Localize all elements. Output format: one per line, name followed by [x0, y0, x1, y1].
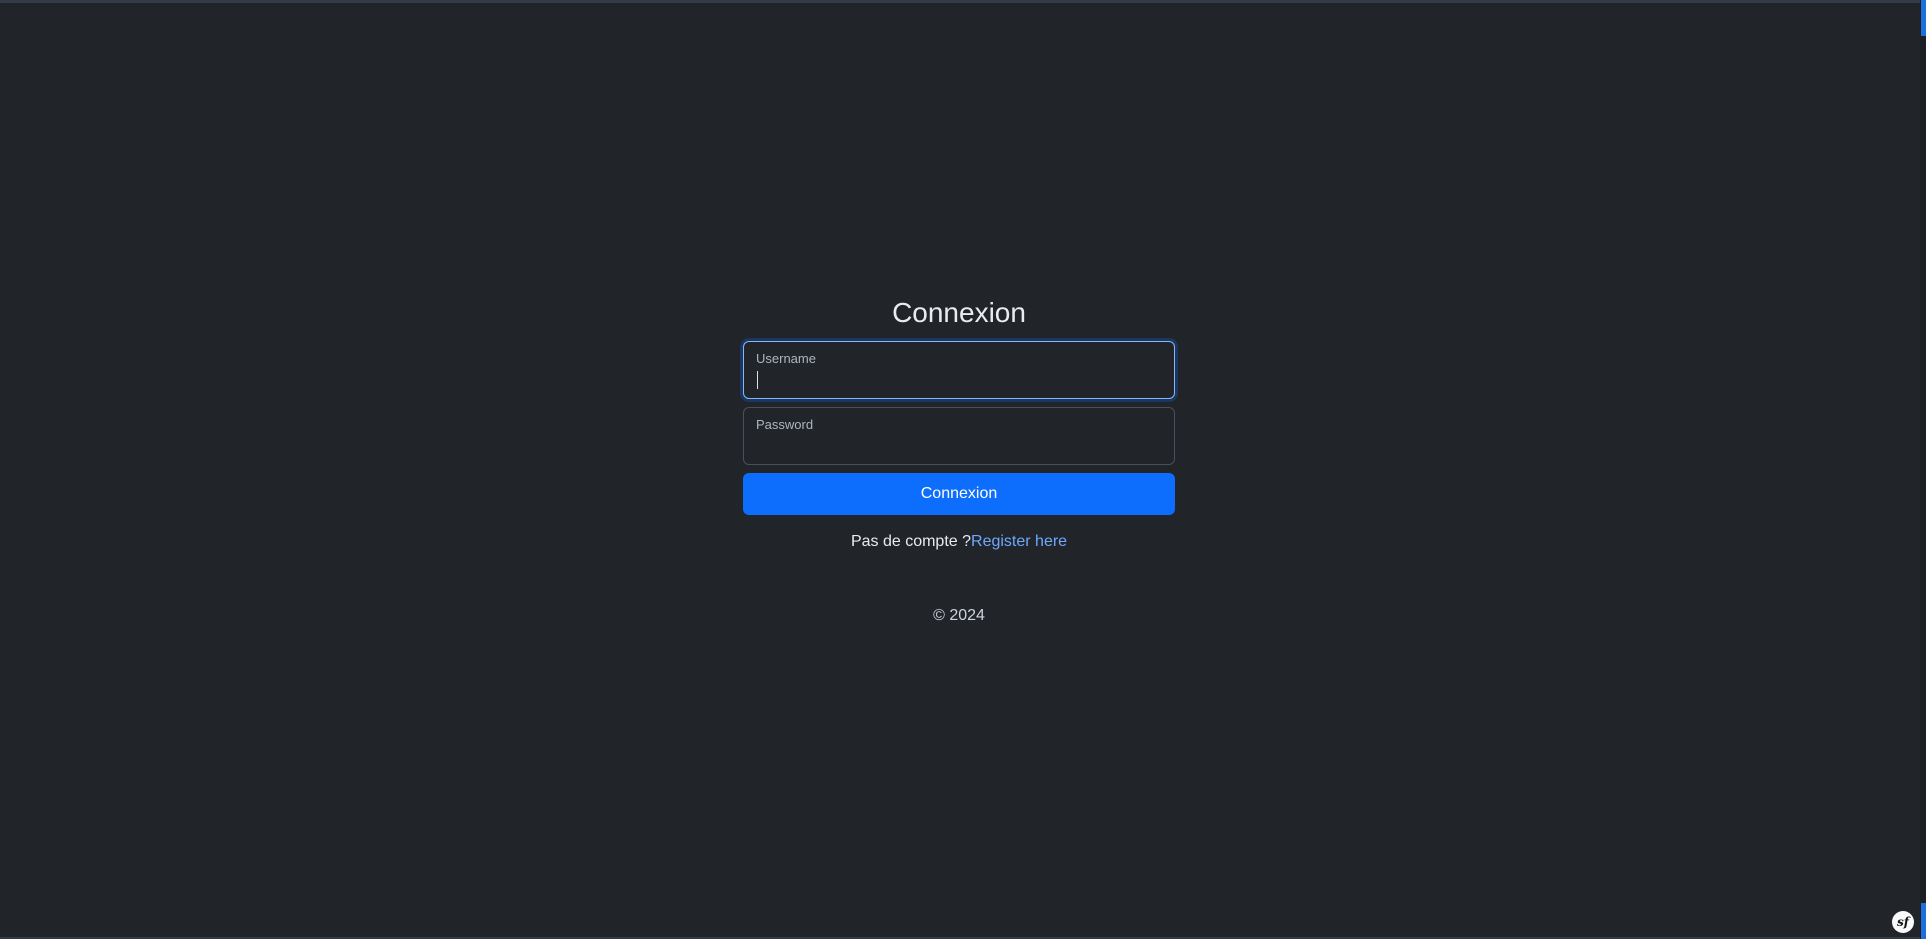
login-form: Connexion Username Password Connexion Pa…: [743, 285, 1175, 551]
footer: © 2024: [743, 607, 1175, 625]
password-field[interactable]: Password: [743, 407, 1175, 465]
scrollbar[interactable]: [1920, 0, 1926, 939]
symfony-icon[interactable]: sf: [1892, 911, 1914, 933]
username-label: Username: [756, 351, 816, 366]
password-label: Password: [756, 417, 814, 432]
text-cursor: [757, 371, 758, 389]
password-input[interactable]: [756, 435, 1161, 457]
login-button[interactable]: Connexion: [743, 473, 1175, 515]
username-field[interactable]: Username: [743, 341, 1175, 399]
page-title: Connexion: [892, 297, 1026, 328]
register-prompt-text: Pas de compte ?: [850, 533, 972, 550]
scrollbar-thumb[interactable]: [1921, 0, 1926, 36]
username-input[interactable]: [756, 369, 1161, 391]
copyright-text: © 2024: [933, 607, 985, 624]
register-link[interactable]: Register here: [971, 533, 1067, 550]
register-prompt: Pas de compte ?Register here: [743, 533, 1175, 551]
top-border: [0, 0, 1926, 3]
scrollbar-indicator: [1921, 903, 1926, 939]
symfony-badge-text: sf: [1897, 915, 1909, 929]
